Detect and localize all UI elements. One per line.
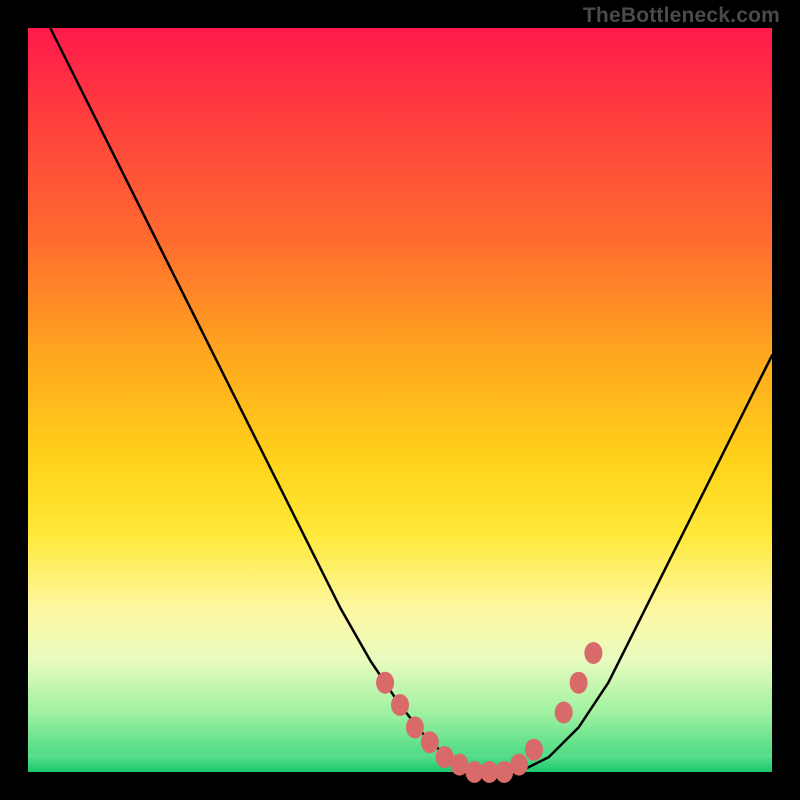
plot-area — [28, 28, 772, 772]
data-marker — [406, 716, 424, 738]
curve-markers — [376, 642, 602, 783]
chart-svg — [28, 28, 772, 772]
curve-path — [50, 28, 772, 772]
data-marker — [510, 754, 528, 776]
data-marker — [584, 642, 602, 664]
data-marker — [555, 702, 573, 724]
outer-frame: TheBottleneck.com — [0, 0, 800, 800]
data-marker — [421, 731, 439, 753]
data-marker — [376, 672, 394, 694]
curve-line — [50, 28, 772, 772]
data-marker — [570, 672, 588, 694]
watermark-text: TheBottleneck.com — [583, 4, 780, 28]
data-marker — [525, 739, 543, 761]
data-marker — [391, 694, 409, 716]
